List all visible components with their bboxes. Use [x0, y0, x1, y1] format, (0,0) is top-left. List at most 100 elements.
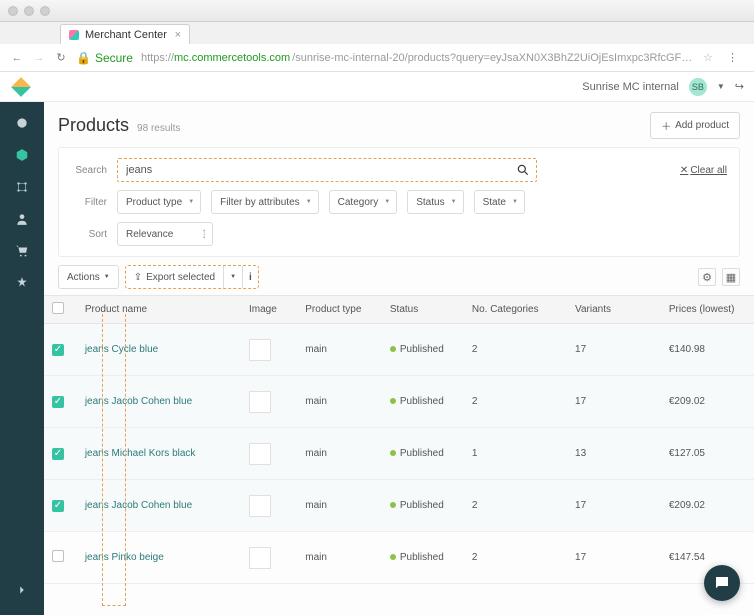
search-box[interactable] [117, 158, 537, 182]
filter-attributes[interactable]: Filter by attributes [211, 190, 318, 214]
status-cell: Published [382, 480, 464, 532]
avatar[interactable]: SB [689, 78, 707, 96]
chevron-down-icon[interactable]: ▼ [717, 82, 725, 91]
sidebar-orders[interactable] [0, 236, 44, 266]
row-checkbox[interactable] [52, 550, 64, 562]
col-product-type[interactable]: Product type [297, 296, 382, 324]
view-options: ⚙ ▦ [698, 268, 740, 286]
price-cell: €209.02 [661, 376, 754, 428]
product-type-cell: main [297, 480, 382, 532]
price-cell: €127.05 [661, 428, 754, 480]
export-group-highlight: ⇪ Export selected ▼ i [125, 265, 259, 289]
address-bar: ← → ↻ 🔒 Secure https://mc.commercetools.… [0, 44, 754, 72]
maximize-light[interactable] [40, 6, 50, 16]
export-selected-button[interactable]: ⇪ Export selected [126, 266, 223, 288]
variants-cell: 17 [567, 376, 661, 428]
row-checkbox[interactable]: ✓ [52, 396, 64, 408]
table-row[interactable]: jeans Pinko beigemainPublished217€147.54 [44, 532, 754, 584]
table-layout-icon[interactable]: ▦ [722, 268, 740, 286]
sort-label: Sort [71, 229, 107, 240]
product-name-cell[interactable]: jeans Jacob Cohen blue [77, 480, 241, 532]
plus-icon: ＋ [661, 118, 671, 133]
commercetools-logo[interactable] [11, 77, 31, 97]
status-cell: Published [382, 376, 464, 428]
browser-menu-icon[interactable]: ⋮ [721, 51, 744, 64]
variants-cell: 17 [567, 532, 661, 584]
column-settings-icon[interactable]: ⚙ [698, 268, 716, 286]
product-name-cell[interactable]: jeans Michael Kors black [77, 428, 241, 480]
variants-cell: 17 [567, 480, 661, 532]
chevron-down-icon: ▼ [104, 274, 110, 280]
filter-product-type[interactable]: Product type [117, 190, 201, 214]
sidebar-categories[interactable] [0, 172, 44, 202]
row-checkbox[interactable]: ✓ [52, 500, 64, 512]
export-icon: ⇪ [134, 272, 142, 283]
secure-indicator: 🔒 Secure [76, 51, 133, 65]
sidebar-discounts[interactable] [0, 268, 44, 298]
filter-status[interactable]: Status [407, 190, 463, 214]
col-prices[interactable]: Prices (lowest) [661, 296, 754, 324]
bookmark-icon[interactable]: ☆ [703, 51, 713, 64]
lock-icon: 🔒 [76, 51, 91, 65]
export-menu-button[interactable]: ▼ [224, 266, 242, 288]
select-all-checkbox[interactable] [52, 302, 64, 314]
col-categories[interactable]: No. Categories [464, 296, 567, 324]
sidebar-dashboard[interactable] [0, 108, 44, 138]
product-image-placeholder [249, 391, 271, 413]
product-image-placeholder [249, 547, 271, 569]
top-bar-right: Sunrise MC internal SB ▼ ↪ [582, 78, 744, 96]
reload-icon[interactable]: ↻ [54, 51, 68, 64]
categories-cell: 2 [464, 376, 567, 428]
tab-close-icon[interactable]: × [175, 29, 181, 41]
sort-select[interactable]: Relevance ↑↓ [117, 222, 213, 246]
sidebar-products[interactable] [0, 140, 44, 170]
col-image[interactable]: Image [241, 296, 297, 324]
categories-cell: 1 [464, 428, 567, 480]
export-info-button[interactable]: i [243, 266, 258, 288]
actions-button[interactable]: Actions ▼ [58, 265, 119, 289]
product-name-cell[interactable]: jeans Pinko beige [77, 532, 241, 584]
sidebar-customers[interactable] [0, 204, 44, 234]
browser-tab[interactable]: Merchant Center × [60, 24, 190, 44]
col-status[interactable]: Status [382, 296, 464, 324]
close-icon: ✕ [680, 165, 688, 176]
secure-label: Secure [95, 51, 133, 65]
status-cell: Published [382, 324, 464, 376]
minimize-light[interactable] [24, 6, 34, 16]
close-light[interactable] [8, 6, 18, 16]
traffic-lights [8, 6, 50, 16]
sort-direction-icon: ↑↓ [202, 230, 206, 238]
product-name-cell[interactable]: jeans Cycle blue [77, 324, 241, 376]
logout-icon[interactable]: ↪ [735, 80, 744, 93]
table-row[interactable]: ✓jeans Michael Kors blackmainPublished11… [44, 428, 754, 480]
row-checkbox[interactable]: ✓ [52, 344, 64, 356]
forward-icon[interactable]: → [32, 52, 46, 64]
intercom-chat-button[interactable] [704, 565, 740, 601]
table-row[interactable]: ✓jeans Jacob Cohen bluemainPublished217€… [44, 480, 754, 532]
table-row[interactable]: ✓jeans Jacob Cohen bluemainPublished217€… [44, 376, 754, 428]
sidebar-collapse[interactable] [0, 575, 44, 605]
filter-label: Filter [71, 197, 107, 208]
filter-state[interactable]: State [474, 190, 525, 214]
col-product-name[interactable]: Product name [77, 296, 241, 324]
col-variants[interactable]: Variants [567, 296, 661, 324]
search-icon[interactable] [516, 163, 530, 180]
variants-cell: 13 [567, 428, 661, 480]
app-top-bar: Sunrise MC internal SB ▼ ↪ [0, 72, 754, 102]
add-product-button[interactable]: ＋ Add product [650, 112, 740, 139]
url-bar[interactable]: https://mc.commercetools.com/sunrise-mc-… [141, 52, 695, 64]
price-cell: €140.98 [661, 324, 754, 376]
status-cell: Published [382, 428, 464, 480]
tab-title: Merchant Center [85, 29, 167, 41]
clear-all-link[interactable]: ✕ Clear all [680, 165, 727, 176]
back-icon[interactable]: ← [10, 52, 24, 64]
main-content: Products 98 results ＋ Add product Search… [44, 102, 754, 615]
project-name[interactable]: Sunrise MC internal [582, 81, 679, 93]
row-checkbox[interactable]: ✓ [52, 448, 64, 460]
search-input[interactable] [118, 159, 536, 181]
product-name-cell[interactable]: jeans Jacob Cohen blue [77, 376, 241, 428]
table-row[interactable]: ✓jeans Cycle bluemainPublished217€140.98… [44, 324, 754, 376]
filter-category[interactable]: Category [329, 190, 398, 214]
variants-cell: 17 [567, 324, 661, 376]
product-image-placeholder [249, 495, 271, 517]
